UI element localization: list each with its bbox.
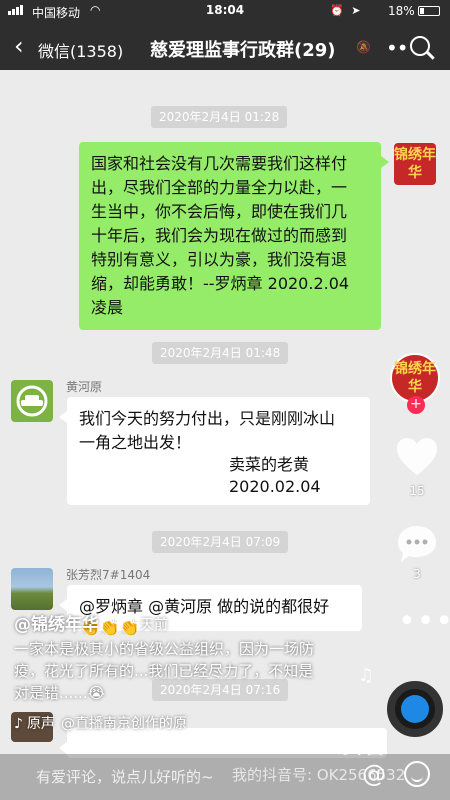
comment-count: 3 — [413, 567, 421, 581]
sender-avatar[interactable] — [11, 380, 53, 422]
follow-plus-button[interactable]: + — [407, 396, 425, 414]
tiktok-note-icon: ♪ — [14, 716, 23, 732]
author-handle[interactable]: @锦绣年华 — [14, 610, 99, 635]
mute-icon: 🔕 — [356, 40, 371, 54]
comment-bubble-icon — [398, 526, 436, 562]
message-line: 十年后，我们会为现在做过的而感到 — [91, 226, 348, 245]
my-avatar[interactable]: 锦绣年华 — [394, 143, 436, 185]
message-line: 缩，却能勇敢！--罗炳章 2020.2.04 — [91, 274, 350, 293]
message-line: 国家和社会没有几次需要我们这样付 — [91, 154, 348, 173]
sender-name: 张芳烈7#1404 — [66, 568, 151, 582]
douyin-watermark: 抖音 — [342, 734, 387, 759]
message-line: @罗炳章 @黄河原 做的说的都很好 — [79, 597, 330, 616]
more-dots-icon[interactable]: •• — [386, 36, 409, 60]
like-button[interactable] — [395, 437, 439, 481]
outgoing-message: 国家和社会没有几次需要我们这样付 出，尽我们全部的力量全力以赴，一 生当中，你不… — [79, 142, 389, 330]
top-bar: 中国移动 ◠ 18:04 ⏰ ➤ 18% ‹ 微信(1358) 慈爱理监事行政群… — [0, 0, 450, 70]
clap-emoji: 👏 — [119, 618, 140, 637]
emoji-smile-icon[interactable] — [404, 761, 430, 787]
incoming-message: 我们今天的努力付出，只是刚刚冰山 一角之地出发！ 卖菜的老黄 2020.02.0… — [59, 397, 370, 505]
status-bar: 中国移动 ◠ 18:04 ⏰ ➤ 18% — [0, 0, 450, 24]
back-button-label[interactable]: 微信(1358) — [38, 38, 123, 62]
status-time: 18:04 — [205, 3, 245, 17]
more-dots-icon[interactable]: ••• — [398, 607, 450, 637]
music-source: @直播南京创作的原 — [60, 716, 187, 732]
wechat-header: ‹ 微信(1358) 慈爱理监事行政群(29) 🔕 •• — [0, 26, 450, 70]
signature-name: 卖菜的老黄 — [229, 455, 310, 474]
back-arrow-icon[interactable]: ‹ — [14, 34, 24, 58]
message-line: 凌晨 — [91, 298, 124, 317]
sender-avatar[interactable] — [11, 568, 53, 610]
music-info[interactable]: ♪ 原声 @直播南京创作的原 — [14, 713, 187, 733]
floating-note-icon: ♫ — [358, 665, 375, 686]
message-line: 出，尽我们全部的力量全力以赴，一 — [91, 178, 348, 197]
timestamp: 2020年2月4日 07:09 — [152, 531, 289, 553]
caption-line: 一家本是极其小的省级公益组织，因为一场防 — [14, 640, 315, 658]
like-count: 15 — [409, 484, 425, 498]
comment-input[interactable]: 有爱评论，说点儿好听的~ — [36, 766, 214, 787]
caption-line: 对是错......😭 — [14, 684, 106, 702]
caption-line: 疫，花光了所有的...我们已经尽力了，不知是 — [14, 662, 314, 680]
video-caption: 一家本是极其小的省级公益组织，因为一场防 疫，花光了所有的...我们已经尽力了，… — [14, 638, 374, 704]
battery-icon — [418, 6, 440, 16]
heart-icon — [397, 438, 437, 475]
message-line: 我们今天的努力付出，只是刚刚冰山 — [79, 409, 336, 428]
search-icon[interactable] — [410, 36, 430, 56]
sender-name: 黄河原 — [66, 380, 103, 394]
comment-button[interactable] — [396, 524, 438, 568]
music-prefix: 原声 — [26, 716, 55, 732]
message-line: 一角之地出发！ — [79, 433, 192, 452]
music-disc[interactable] — [387, 681, 443, 737]
group-title: 慈爱理监事行政群(29) — [150, 40, 336, 61]
timestamp: 2020年2月4日 01:28 — [151, 106, 288, 128]
alarm-location-icons: ⏰ ➤ — [330, 4, 363, 17]
battery-percent: 18% — [388, 4, 415, 18]
mention-at-icon[interactable]: @ — [362, 760, 386, 788]
message-line: 生当中，你不会后悔，即使在我们几 — [91, 202, 348, 221]
message-line: 特别有意义，引以为豪，我们没有退 — [91, 250, 348, 269]
clap-emoji: 👏 — [99, 618, 120, 637]
signature-date: 2020.02.04 — [229, 477, 321, 496]
timestamp: 2020年2月4日 01:48 — [152, 342, 289, 364]
post-time-ago: 天前 — [140, 617, 168, 633]
